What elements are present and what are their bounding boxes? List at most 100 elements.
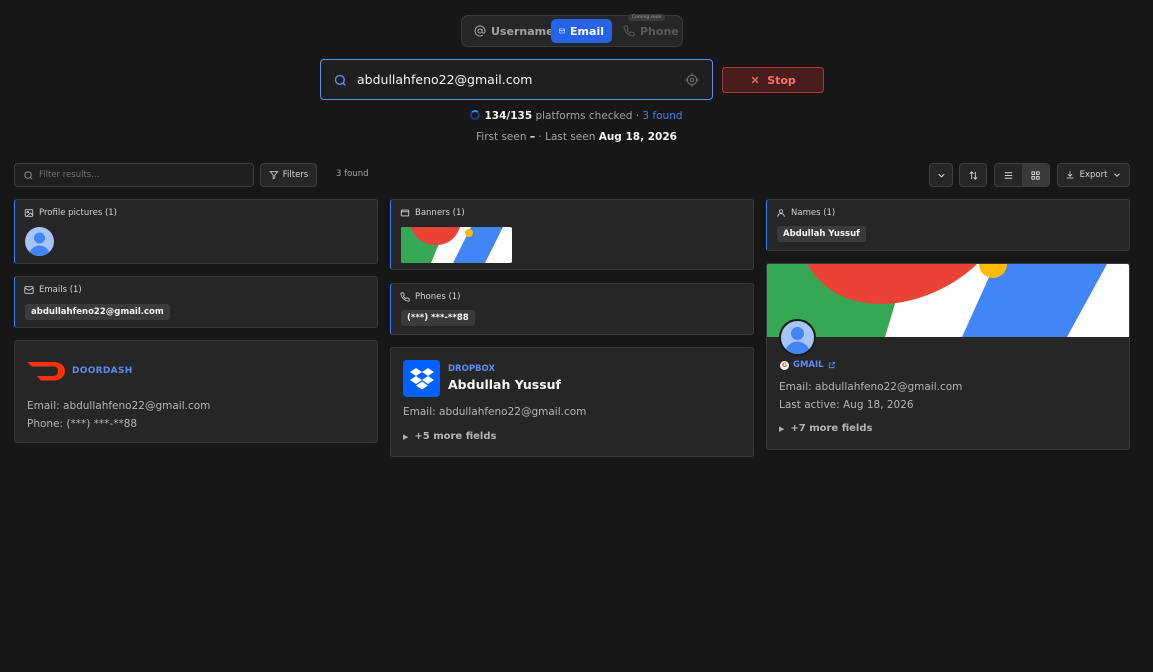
chevron-down-icon — [1114, 173, 1121, 177]
names-card: Names (1) Abdullah Yussuf — [766, 199, 1130, 251]
close-icon — [751, 76, 759, 84]
grid-view-button[interactable] — [1022, 164, 1049, 186]
filter-results-input[interactable]: Filter results... — [14, 163, 254, 187]
tab-email-label: Email — [570, 24, 604, 38]
checked-count: 134/135 — [484, 110, 533, 122]
card-header: Banners (1) — [400, 208, 465, 218]
search-icon — [24, 171, 33, 180]
person-avatar-image — [29, 232, 50, 256]
banner-image — [401, 227, 512, 263]
mail-icon — [24, 286, 34, 294]
person-avatar-image — [785, 327, 810, 354]
emails-card: Emails (1) abdullahfeno22@gmail.com — [14, 276, 378, 328]
tab-phone: Phone — [615, 19, 687, 43]
more-fields-label: +7 more fields — [790, 423, 873, 434]
tab-username[interactable]: Username — [466, 19, 562, 43]
last-active-field: Last active: Aug 18, 2026 — [779, 399, 914, 411]
avatar[interactable] — [25, 227, 54, 256]
doordash-result-card[interactable]: DOORDASH Email: abdullahfeno22@gmail.com… — [14, 340, 378, 443]
caret-right-icon: ▶ — [403, 433, 409, 441]
platform-name[interactable]: DOORDASH — [72, 366, 133, 376]
export-label: Export — [1079, 170, 1108, 180]
banner-thumbnail[interactable] — [401, 227, 512, 263]
grid-icon — [1031, 170, 1040, 180]
gmail-banner — [767, 264, 1129, 337]
phone-icon — [400, 292, 410, 302]
card-title: Profile pictures (1) — [39, 208, 117, 218]
dropbox-logo — [403, 360, 440, 397]
search-input[interactable]: abdullahfeno22@gmail.com — [320, 59, 713, 100]
seen-dates: First seen – · Last seen Aug 18, 2026 — [0, 131, 1153, 143]
banner-icon — [400, 209, 410, 217]
caret-right-icon: ▶ — [779, 425, 785, 433]
search-value: abdullahfeno22@gmail.com — [357, 72, 533, 87]
chevron-down-icon — [937, 173, 945, 178]
tab-email[interactable]: Email — [551, 19, 612, 43]
dropbox-icon — [409, 367, 434, 389]
card-title: Banners (1) — [415, 208, 465, 218]
platform-name[interactable]: DROPBOX — [448, 364, 495, 374]
at-icon — [474, 25, 486, 37]
download-icon — [1066, 171, 1073, 179]
list-view-button[interactable] — [995, 164, 1022, 186]
last-seen-value: Aug 18, 2026 — [598, 131, 677, 143]
email-field: Email: abdullahfeno22@gmail.com — [779, 381, 963, 393]
doordash-logo-icon — [27, 362, 65, 381]
card-header: Profile pictures (1) — [24, 208, 117, 218]
phone-field: Phone: (***) ***-**88 — [27, 418, 138, 430]
progress-status: 134/135 platforms checked · 3 found — [0, 110, 1153, 122]
sort-arrows-icon — [969, 170, 977, 180]
card-title: Phones (1) — [415, 292, 461, 302]
card-header: Names (1) — [776, 208, 835, 218]
more-fields-toggle[interactable]: ▶ +5 more fields — [403, 431, 496, 442]
export-button[interactable]: Export — [1057, 163, 1130, 187]
spinner-icon — [470, 110, 481, 120]
stop-button[interactable]: Stop — [722, 67, 824, 93]
name-chip[interactable]: Abdullah Yussuf — [777, 226, 866, 242]
card-title: Emails (1) — [39, 285, 82, 295]
crosshair-icon[interactable] — [684, 72, 700, 88]
platform-link[interactable]: G GMAIL — [780, 360, 836, 370]
card-header: Emails (1) — [24, 285, 82, 295]
filters-button[interactable]: Filters — [260, 163, 317, 187]
search-icon — [334, 74, 346, 86]
phone-icon — [623, 25, 635, 37]
email-field: Email: abdullahfeno22@gmail.com — [403, 406, 587, 418]
filter-placeholder: Filter results... — [39, 170, 100, 180]
google-icon: G — [780, 360, 789, 370]
more-fields-toggle[interactable]: ▶ +7 more fields — [779, 423, 872, 434]
card-title: Names (1) — [791, 208, 836, 218]
user-icon — [777, 209, 785, 217]
card-header: Phones (1) — [400, 292, 461, 302]
tab-username-label: Username — [491, 24, 554, 38]
view-toggle — [994, 163, 1050, 187]
email-field: Email: abdullahfeno22@gmail.com — [27, 400, 211, 412]
phones-card: Phones (1) (***) ***-**88 — [390, 283, 754, 335]
checked-suffix: platforms checked · — [532, 110, 643, 122]
profile-pictures-card: Profile pictures (1) — [14, 199, 378, 264]
banners-card: Banners (1) — [390, 199, 754, 270]
email-chip[interactable]: abdullahfeno22@gmail.com — [25, 304, 170, 320]
more-fields-label: +5 more fields — [414, 431, 497, 442]
found-count: 3 found — [336, 169, 369, 179]
found-link[interactable]: 3 found — [642, 110, 682, 122]
sort-button[interactable] — [959, 163, 987, 187]
banner-image — [767, 264, 1129, 337]
filters-label: Filters — [282, 170, 309, 180]
dropbox-result-card[interactable]: DROPBOX Abdullah Yussuf Email: abdullahf… — [390, 347, 754, 457]
collapse-button[interactable] — [929, 163, 953, 187]
avatar[interactable] — [779, 319, 816, 356]
tab-phone-label: Phone — [640, 24, 679, 38]
phone-chip[interactable]: (***) ***-**88 — [401, 310, 475, 326]
funnel-icon — [269, 171, 279, 180]
last-seen-label: · Last seen — [535, 131, 599, 143]
external-link-icon — [828, 361, 835, 369]
list-icon — [1004, 171, 1013, 179]
search-mode-tabs: Coming soon Username Email Phone — [461, 14, 683, 47]
platform-name: GMAIL — [793, 360, 824, 370]
first-seen-label: First seen — [476, 131, 530, 143]
gmail-result-card[interactable]: G GMAIL Email: abdullahfeno22@gmail.com … — [766, 263, 1130, 450]
user-name: Abdullah Yussuf — [448, 377, 561, 392]
stop-label: Stop — [767, 73, 796, 87]
image-icon — [24, 209, 34, 217]
